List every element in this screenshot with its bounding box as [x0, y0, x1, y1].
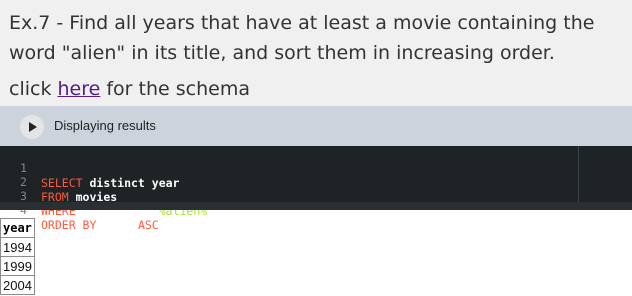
schema-line: click here for the schema [9, 76, 250, 102]
play-icon[interactable] [20, 115, 44, 139]
exercise-prompt: Ex.7 - Find all years that have at least… [9, 12, 595, 64]
schema-suffix: for the schema [100, 78, 250, 100]
table-cell: 2004 [0, 275, 35, 295]
column-header: year [0, 218, 35, 238]
sql-text: year [96, 218, 138, 232]
sql-editor[interactable]: 1 SELECT distinct year 2 FROM movies 3 W… [0, 146, 632, 232]
table-row: 1999 [0, 256, 35, 276]
sql-keyword: ASC [137, 218, 159, 232]
table-cell: 1994 [0, 237, 35, 257]
schema-prefix: click [9, 78, 58, 100]
results-table: year 1994 1999 2004 [0, 218, 35, 295]
table-row: 2004 [0, 275, 35, 295]
run-status: Displaying results [54, 118, 156, 133]
code-line: 1 SELECT distinct year [0, 146, 632, 190]
table-cell: 1999 [0, 256, 35, 276]
code-line: 3 WHERE name LIKE "%alien%" [0, 174, 632, 218]
sql-keyword: ORDER BY [41, 218, 97, 232]
code-line: 4 ORDER BY year ASC [0, 188, 632, 232]
table-header-row: year [0, 218, 35, 238]
code-line: 2 FROM movies [0, 160, 632, 204]
schema-link[interactable]: here [58, 78, 101, 100]
editor-scrollbar[interactable] [0, 202, 632, 210]
table-row: 1994 [0, 237, 35, 257]
editor-print-margin [578, 146, 579, 202]
run-bar: Displaying results [0, 106, 632, 146]
